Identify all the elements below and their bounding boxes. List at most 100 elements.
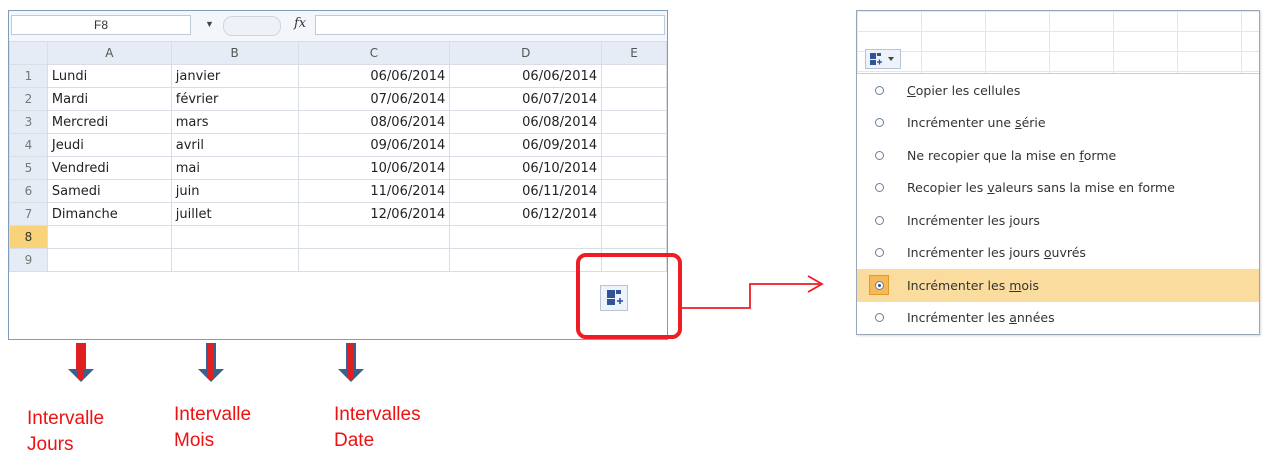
row-header[interactable]: 1 [9, 64, 48, 88]
table-row: 2 Mardi février 07/06/2014 06/07/2014 [9, 87, 667, 111]
cell[interactable] [601, 202, 667, 226]
down-arrow-icon [68, 343, 94, 382]
cell[interactable]: Samedi [46, 179, 172, 203]
row-header[interactable]: 9 [9, 248, 48, 272]
cell[interactable]: 09/06/2014 [297, 133, 451, 157]
cell[interactable]: 06/09/2014 [449, 133, 603, 157]
menu-item-label: Copier les cellules [907, 82, 1021, 98]
cell[interactable] [601, 133, 667, 157]
radio-icon [875, 85, 884, 95]
row-header[interactable]: 4 [9, 133, 48, 157]
row-header[interactable]: 2 [9, 87, 48, 111]
caption-intervalles-date: Intervalles Date [334, 404, 421, 451]
radio-icon [875, 118, 884, 128]
cell[interactable] [601, 179, 667, 203]
menu-item-label: Incrémenter les jours [907, 212, 1040, 228]
select-all-corner[interactable] [9, 41, 48, 65]
table-row: 3 Mercredi mars 08/06/2014 06/08/2014 [9, 110, 667, 134]
cell[interactable] [170, 225, 299, 249]
cell[interactable] [297, 225, 451, 249]
cell[interactable]: 06/12/2014 [449, 202, 603, 226]
menu-item[interactable]: Ne recopier que la mise en forme [857, 139, 1259, 172]
cell[interactable]: 06/07/2014 [449, 87, 603, 111]
cell[interactable]: 11/06/2014 [297, 179, 451, 203]
column-header[interactable]: C [297, 41, 451, 65]
menu-item[interactable]: Copier les cellules [857, 74, 1259, 107]
auto-fill-options-dropdown-button[interactable] [865, 49, 901, 69]
row-header[interactable]: 7 [9, 202, 48, 226]
cell[interactable]: juillet [170, 202, 299, 226]
down-arrow-icon [338, 343, 364, 382]
cell[interactable]: Mardi [46, 87, 172, 111]
menu-item[interactable]: Incrémenter une série [857, 107, 1259, 140]
cell[interactable]: juin [170, 179, 299, 203]
radio-icon [875, 183, 884, 193]
cell[interactable]: avril [170, 133, 299, 157]
column-header[interactable]: D [449, 41, 603, 65]
cell[interactable]: Dimanche [46, 202, 172, 226]
table-row: 9 [9, 248, 667, 272]
table-row: 4 Jeudi avril 09/06/2014 06/09/2014 [9, 133, 667, 157]
cell[interactable] [449, 225, 603, 249]
cell[interactable] [601, 110, 667, 134]
menu-item-label: Incrémenter une série [907, 115, 1046, 131]
column-header[interactable]: B [170, 41, 299, 65]
radio-icon [875, 150, 884, 160]
radio-icon [875, 215, 884, 225]
insert-function-icon[interactable]: fx [294, 16, 306, 31]
auto-fill-options-icon [870, 53, 894, 65]
table-row: 8 [9, 225, 667, 249]
menu-item[interactable]: Recopier les valeurs sans la mise en for… [857, 172, 1259, 205]
cell[interactable]: 08/06/2014 [297, 110, 451, 134]
table-row: 5 Vendredi mai 10/06/2014 06/10/2014 [9, 156, 667, 180]
cell[interactable]: 12/06/2014 [297, 202, 451, 226]
auto-fill-options-menu: Copier les cellules Incrémenter une série… [856, 10, 1260, 335]
cell[interactable]: 06/10/2014 [449, 156, 603, 180]
cell[interactable] [601, 225, 667, 249]
menu-item[interactable]: Incrémenter les années [857, 302, 1259, 335]
cell[interactable] [601, 156, 667, 180]
cell[interactable]: Lundi [46, 64, 172, 88]
name-box[interactable]: F8 [11, 15, 191, 35]
cell[interactable] [46, 248, 172, 272]
cell[interactable]: 06/11/2014 [449, 179, 603, 203]
formula-input[interactable] [315, 15, 665, 35]
cell[interactable] [297, 248, 451, 272]
cell[interactable]: 06/08/2014 [449, 110, 603, 134]
table-row: 7 Dimanche juillet 12/06/2014 06/12/2014 [9, 202, 667, 226]
cell[interactable]: 06/06/2014 [449, 64, 603, 88]
menu-item[interactable]: Incrémenter les mois [857, 269, 1259, 302]
cell[interactable] [170, 248, 299, 272]
radio-icon [875, 313, 884, 323]
cell[interactable] [601, 64, 667, 88]
radio-icon [875, 280, 884, 290]
cell[interactable]: Vendredi [46, 156, 172, 180]
cell[interactable]: 07/06/2014 [297, 87, 451, 111]
cell[interactable] [601, 87, 667, 111]
cell[interactable]: Jeudi [46, 133, 172, 157]
cell[interactable]: 06/06/2014 [297, 64, 451, 88]
column-header[interactable]: E [601, 41, 667, 65]
column-header[interactable]: A [46, 41, 172, 65]
cell[interactable]: février [170, 87, 299, 111]
menu-item[interactable]: Incrémenter les jours ouvrés [857, 237, 1259, 270]
row-header[interactable]: 5 [9, 156, 48, 180]
formula-buttons [223, 16, 281, 36]
cell[interactable]: mai [170, 156, 299, 180]
cell[interactable]: 10/06/2014 [297, 156, 451, 180]
cell[interactable]: Mercredi [46, 110, 172, 134]
cell[interactable] [46, 225, 172, 249]
chevron-down-icon [888, 57, 894, 61]
name-box-dropdown-icon[interactable]: ▼ [205, 19, 214, 29]
cell[interactable]: mars [170, 110, 299, 134]
sheet-background [857, 11, 1259, 73]
cell[interactable]: janvier [170, 64, 299, 88]
menu-item-label: Ne recopier que la mise en forme [907, 147, 1117, 163]
menu-item-label: Recopier les valeurs sans la mise en for… [907, 180, 1175, 196]
menu-item[interactable]: Incrémenter les jours [857, 204, 1259, 237]
row-header[interactable]: 3 [9, 110, 48, 134]
cell-grid: A B C D E 1 Lundi janvier 06/06/2014 06/06/2… [9, 41, 667, 272]
connector-arrow [682, 275, 824, 309]
row-header[interactable]: 8 [9, 225, 48, 249]
row-header[interactable]: 6 [9, 179, 48, 203]
